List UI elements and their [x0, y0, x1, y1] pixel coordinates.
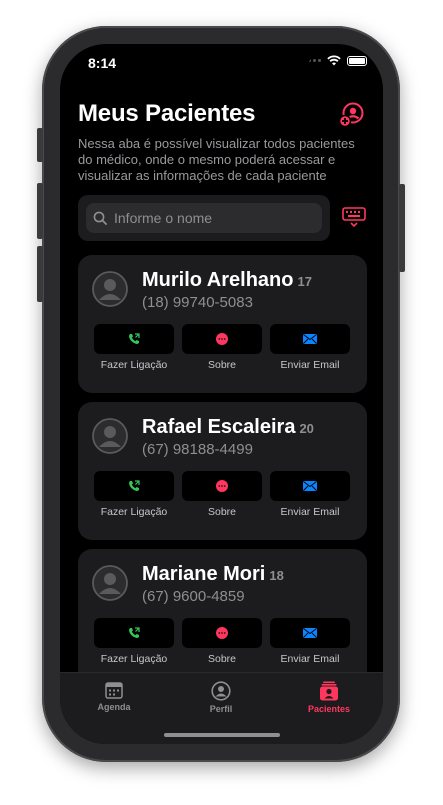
power-button: [399, 184, 405, 272]
avatar-icon: [92, 565, 128, 601]
avatar-icon: [92, 271, 128, 307]
call-button[interactable]: [94, 471, 174, 501]
patient-actions: Fazer Ligação Sobre Enviar Email: [94, 324, 350, 371]
tab-label: Perfil: [209, 704, 233, 714]
notch: [132, 44, 312, 70]
patient-name: Rafael Escaleira: [142, 416, 296, 438]
status-time: 8:14: [88, 55, 117, 71]
search-icon: [93, 211, 107, 225]
tab-agenda[interactable]: Agenda: [74, 681, 154, 712]
patient-actions: Fazer Ligação Sobre Enviar Email: [94, 618, 350, 665]
search-field[interactable]: [86, 203, 322, 233]
tab-label: Agenda: [97, 702, 131, 712]
patient-phone: (67) 9600-4859: [142, 588, 245, 605]
patient-card[interactable]: Rafael Escaleira 20 (67) 98188-4499 Fazer…: [78, 402, 367, 540]
patient-name-row: Murilo Arelhano 17: [142, 269, 312, 292]
page-description: Nessa aba é possível visualizar todos pa…: [78, 136, 355, 183]
phone-icon: [129, 627, 140, 638]
home-indicator: [164, 733, 280, 737]
patients-icon: [320, 681, 338, 701]
call-button[interactable]: [94, 618, 174, 648]
profile-icon: [211, 681, 231, 701]
patient-card[interactable]: Murilo Arelhano 17 (18) 99740-5083 Fazer …: [78, 255, 367, 393]
patient-actions: Fazer Ligação Sobre Enviar Email: [94, 471, 350, 518]
email-button[interactable]: [270, 471, 350, 501]
battery-icon: [347, 55, 367, 66]
status-icons: [303, 55, 367, 66]
tab-label: Pacientes: [307, 704, 351, 714]
more-icon: [216, 627, 228, 639]
about-label: Sobre: [207, 506, 237, 518]
phone-screen: 8:14 Meus Pacientes Nessa aba é possível…: [60, 44, 383, 744]
calendar-icon: [105, 682, 123, 699]
email-button[interactable]: [270, 618, 350, 648]
patient-age: 18: [269, 568, 284, 583]
about-button[interactable]: [182, 324, 262, 354]
patient-name: Murilo Arelhano: [142, 269, 294, 291]
email-button[interactable]: [270, 324, 350, 354]
email-label: Enviar Email: [280, 653, 340, 665]
call-label: Fazer Ligação: [100, 359, 168, 371]
patient-name: Mariane Mori: [142, 563, 266, 585]
email-label: Enviar Email: [280, 506, 340, 518]
envelope-icon: [303, 334, 317, 344]
about-label: Sobre: [207, 359, 237, 371]
more-icon: [216, 333, 228, 345]
patient-name-row: Mariane Mori 18: [142, 563, 284, 586]
mute-switch: [37, 128, 43, 162]
more-icon: [216, 480, 228, 492]
call-button[interactable]: [94, 324, 174, 354]
patient-card[interactable]: Mariane Mori 18 (67) 9600-4859 Fazer Liga…: [78, 549, 367, 687]
tab-pacientes[interactable]: Pacientes: [289, 681, 369, 714]
page-title: Meus Pacientes: [78, 100, 256, 127]
patient-name-row: Rafael Escaleira 20: [142, 416, 314, 439]
patient-phone: (18) 99740-5083: [142, 294, 253, 311]
add-user-icon[interactable]: [339, 102, 365, 128]
patient-phone: (67) 98188-4499: [142, 441, 253, 458]
keyboard-icon[interactable]: [342, 207, 366, 227]
envelope-icon: [303, 481, 317, 491]
patient-age: 20: [299, 421, 314, 436]
about-button[interactable]: [182, 471, 262, 501]
avatar-icon: [92, 418, 128, 454]
tab-perfil[interactable]: Perfil: [181, 681, 261, 714]
call-label: Fazer Ligação: [100, 653, 168, 665]
email-label: Enviar Email: [280, 359, 340, 371]
patient-age: 17: [297, 274, 312, 289]
volume-up-button: [37, 183, 43, 239]
phone-icon: [129, 333, 140, 344]
search-input[interactable]: [112, 209, 316, 227]
phone-icon: [129, 480, 140, 491]
volume-down-button: [37, 246, 43, 302]
about-button[interactable]: [182, 618, 262, 648]
search-container: [78, 195, 330, 241]
call-label: Fazer Ligação: [100, 506, 168, 518]
about-label: Sobre: [207, 653, 237, 665]
envelope-icon: [303, 628, 317, 638]
wifi-icon: [327, 55, 341, 66]
